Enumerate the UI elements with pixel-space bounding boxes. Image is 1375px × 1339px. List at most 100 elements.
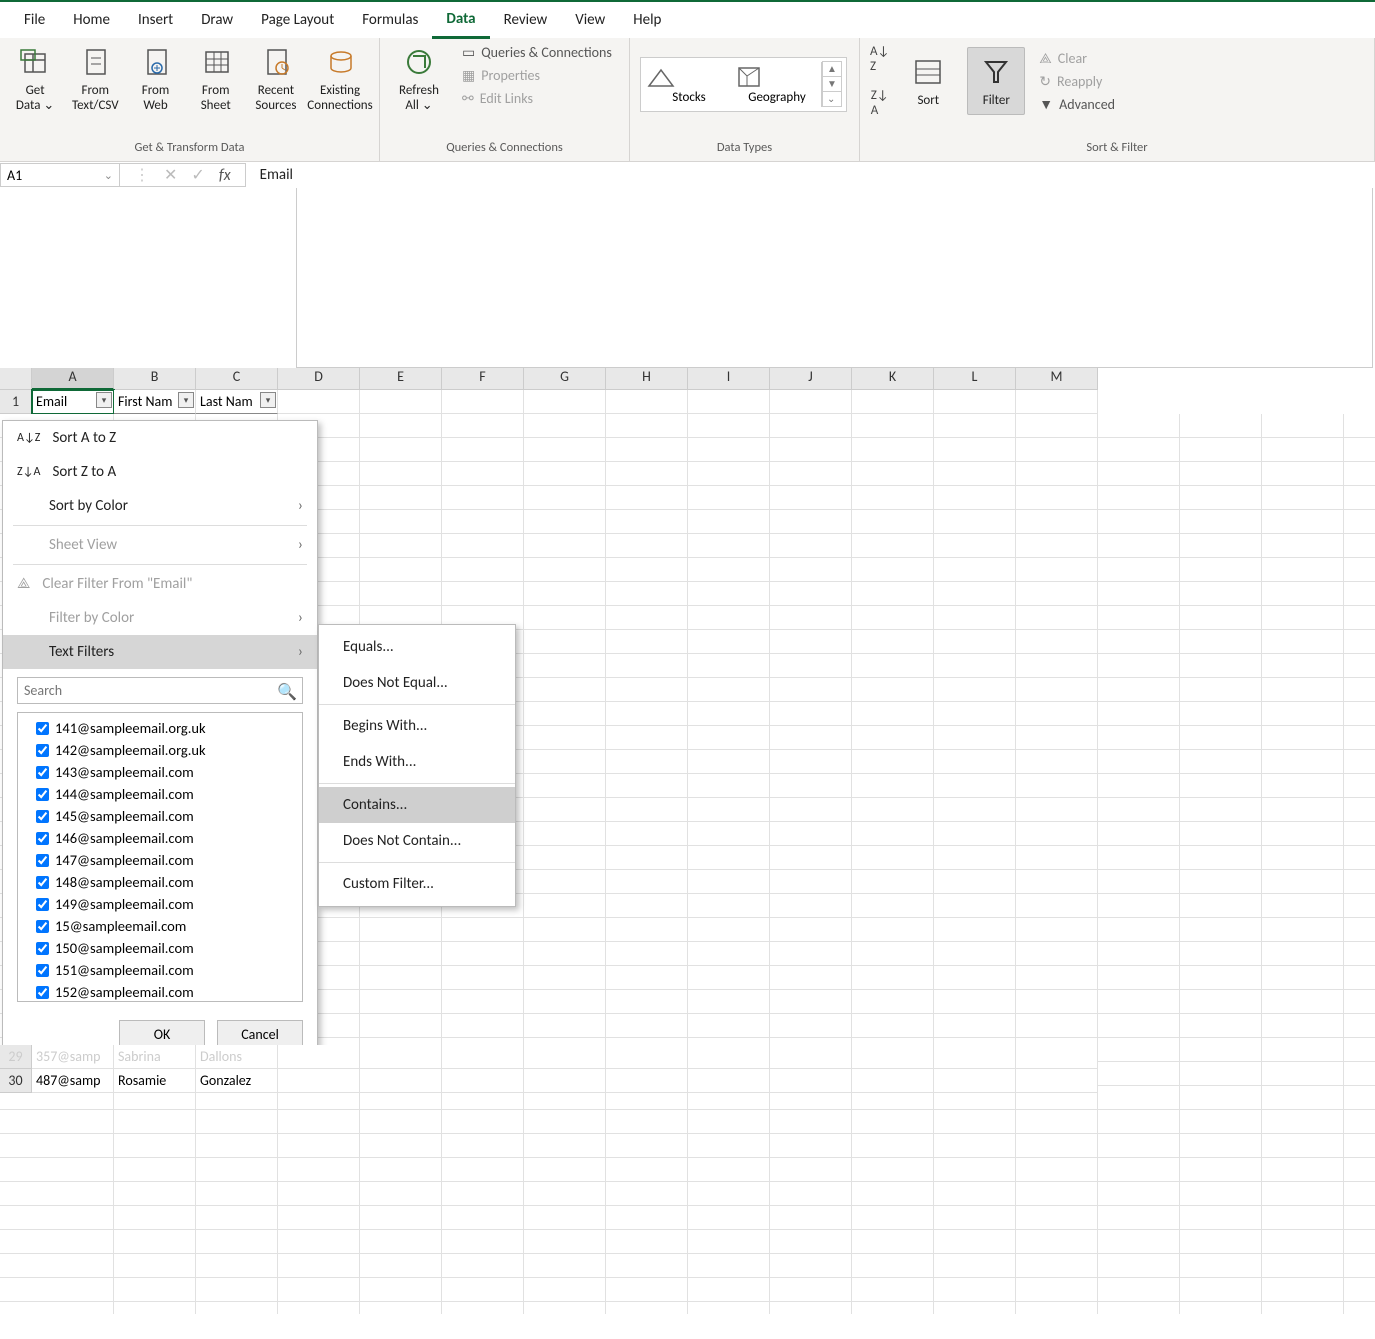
formula-bar-value[interactable]: Email: [246, 166, 293, 184]
ribbon-tabs: FileHomeInsertDrawPage LayoutFormulasDat…: [0, 2, 1375, 38]
filter-value-item[interactable]: 146@sampleemail.com: [22, 827, 298, 849]
table-row[interactable]: 29357@sampSabrinaDallons: [0, 1045, 1098, 1069]
tab-page-layout[interactable]: Page Layout: [247, 3, 348, 37]
column-header-D[interactable]: D: [278, 368, 360, 390]
filter-dropdown-icon[interactable]: ▾: [178, 392, 194, 408]
table-row[interactable]: 30487@sampRosamieGonzalez: [0, 1069, 1098, 1093]
tab-review[interactable]: Review: [490, 3, 562, 37]
column-header-F[interactable]: F: [442, 368, 524, 390]
column-header-A[interactable]: A: [32, 368, 114, 390]
filter-value-item[interactable]: 150@sampleemail.com: [22, 937, 298, 959]
column-header-I[interactable]: I: [688, 368, 770, 390]
tab-file[interactable]: File: [10, 3, 59, 37]
column-header-K[interactable]: K: [852, 368, 934, 390]
column-header-M[interactable]: M: [1016, 368, 1098, 390]
sort-by-color[interactable]: Sort by Color›: [3, 489, 317, 523]
column-header-L[interactable]: L: [934, 368, 1016, 390]
tab-help[interactable]: Help: [619, 3, 675, 37]
tab-home[interactable]: Home: [59, 3, 124, 37]
data-types-spinner[interactable]: ▲▼⌄: [821, 62, 842, 107]
filter-value-item[interactable]: 142@sampleemail.org.uk: [22, 739, 298, 761]
ribbon: GetData ⌄FromText/CSVFromWebFromSheetRec…: [0, 38, 1375, 162]
filter-dropdown-icon[interactable]: ▾: [260, 392, 276, 408]
text-filters-submenu: Equals... Does Not Equal... Begins With.…: [318, 624, 516, 907]
column-header-C[interactable]: C: [196, 368, 278, 390]
filter-not-contain[interactable]: Does Not Contain...: [319, 823, 515, 859]
existing-connections-button[interactable]: ExistingConnections: [311, 44, 369, 114]
fx-icon[interactable]: fx: [219, 166, 231, 185]
filter-value-checkbox[interactable]: [36, 964, 49, 977]
column-header-J[interactable]: J: [770, 368, 852, 390]
sort-z-to-a[interactable]: Z↓ASort Z to A: [3, 455, 317, 489]
tab-formulas[interactable]: Formulas: [348, 3, 432, 37]
filter-value-checkbox[interactable]: [36, 744, 49, 757]
filter-contains[interactable]: Contains...: [319, 787, 515, 823]
filter-dropdown-icon[interactable]: ▾: [96, 392, 112, 408]
filter-value-checkbox[interactable]: [36, 898, 49, 911]
sort-a-to-z[interactable]: A↓ZSort A to Z: [3, 421, 317, 455]
tab-draw[interactable]: Draw: [187, 3, 247, 37]
tab-view[interactable]: View: [561, 3, 619, 37]
data-types-gallery[interactable]: Stocks Geography ▲▼⌄: [640, 57, 847, 112]
filter-value-checkbox[interactable]: [36, 788, 49, 801]
column-header-H[interactable]: H: [606, 368, 688, 390]
filter-search-input[interactable]: [17, 677, 303, 704]
queries-connections-button[interactable]: ▭Queries & Connections: [462, 44, 612, 61]
filter-value-item[interactable]: 143@sampleemail.com: [22, 761, 298, 783]
cell-B1[interactable]: First Nam ▾: [114, 390, 196, 414]
reapply-icon: ↻: [1039, 73, 1051, 90]
filter-equals[interactable]: Equals...: [319, 629, 515, 665]
filter-values-list[interactable]: 141@sampleemail.org.uk142@sampleemail.or…: [17, 712, 303, 1002]
filter-value-checkbox[interactable]: [36, 986, 49, 999]
sort-asc-icon[interactable]: A↓Z: [870, 44, 889, 74]
filter-value-item[interactable]: 141@sampleemail.org.uk: [22, 717, 298, 739]
text-filters[interactable]: Text Filters›: [3, 635, 317, 669]
refresh-all-button[interactable]: RefreshAll ⌄: [390, 44, 448, 114]
select-all-corner[interactable]: [0, 368, 32, 390]
filter-value-checkbox[interactable]: [36, 920, 49, 933]
from-web-button[interactable]: FromWeb: [130, 44, 180, 114]
filter-button[interactable]: Filter: [967, 47, 1025, 116]
from-textcsv-button[interactable]: FromText/CSV: [70, 44, 120, 114]
row-header[interactable]: 1: [0, 390, 32, 414]
filter-value-checkbox[interactable]: [36, 810, 49, 823]
filter-not-equal[interactable]: Does Not Equal...: [319, 665, 515, 701]
advanced-filter-button[interactable]: ▼Advanced: [1039, 96, 1115, 113]
filter-value-checkbox[interactable]: [36, 832, 49, 845]
tab-insert[interactable]: Insert: [124, 3, 187, 37]
cell-A1[interactable]: Email ▾: [32, 390, 114, 414]
recent-sources-button[interactable]: RecentSources: [251, 44, 301, 114]
sort-desc-icon[interactable]: Z↓A: [871, 88, 889, 118]
filter-value-item[interactable]: 148@sampleemail.com: [22, 871, 298, 893]
filter-ends-with[interactable]: Ends With...: [319, 744, 515, 780]
sort-desc-icon: Z↓A: [17, 465, 40, 479]
get-data-button[interactable]: GetData ⌄: [10, 44, 60, 114]
column-header-E[interactable]: E: [360, 368, 442, 390]
formula-bar-expanded[interactable]: [296, 188, 1373, 368]
filter-custom[interactable]: Custom Filter...: [319, 866, 515, 902]
filter-value-item[interactable]: 144@sampleemail.com: [22, 783, 298, 805]
filter-value-item[interactable]: 15@sampleemail.com: [22, 915, 298, 937]
filter-value-item[interactable]: 145@sampleemail.com: [22, 805, 298, 827]
filter-value-checkbox[interactable]: [36, 854, 49, 867]
filter-value-item[interactable]: 147@sampleemail.com: [22, 849, 298, 871]
filter-value-checkbox[interactable]: [36, 876, 49, 889]
more-icon[interactable]: ⋮: [134, 165, 150, 185]
filter-value-item[interactable]: 152@sampleemail.com: [22, 981, 298, 1002]
filter-begins-with[interactable]: Begins With...: [319, 708, 515, 744]
accept-formula-icon[interactable]: ✓: [191, 165, 204, 185]
filter-value-checkbox[interactable]: [36, 722, 49, 735]
cancel-formula-icon[interactable]: ✕: [164, 165, 177, 185]
column-header-B[interactable]: B: [114, 368, 196, 390]
filter-value-item[interactable]: 149@sampleemail.com: [22, 893, 298, 915]
filter-value-checkbox[interactable]: [36, 766, 49, 779]
chevron-right-icon: ›: [298, 497, 303, 515]
cell-C1[interactable]: Last Nam ▾: [196, 390, 278, 414]
sort-button[interactable]: Sort: [899, 54, 957, 109]
filter-value-checkbox[interactable]: [36, 942, 49, 955]
name-box[interactable]: A1⌄: [0, 163, 120, 187]
from-sheet-button[interactable]: FromSheet: [191, 44, 241, 114]
column-header-G[interactable]: G: [524, 368, 606, 390]
tab-data[interactable]: Data: [432, 2, 489, 39]
filter-value-item[interactable]: 151@sampleemail.com: [22, 959, 298, 981]
